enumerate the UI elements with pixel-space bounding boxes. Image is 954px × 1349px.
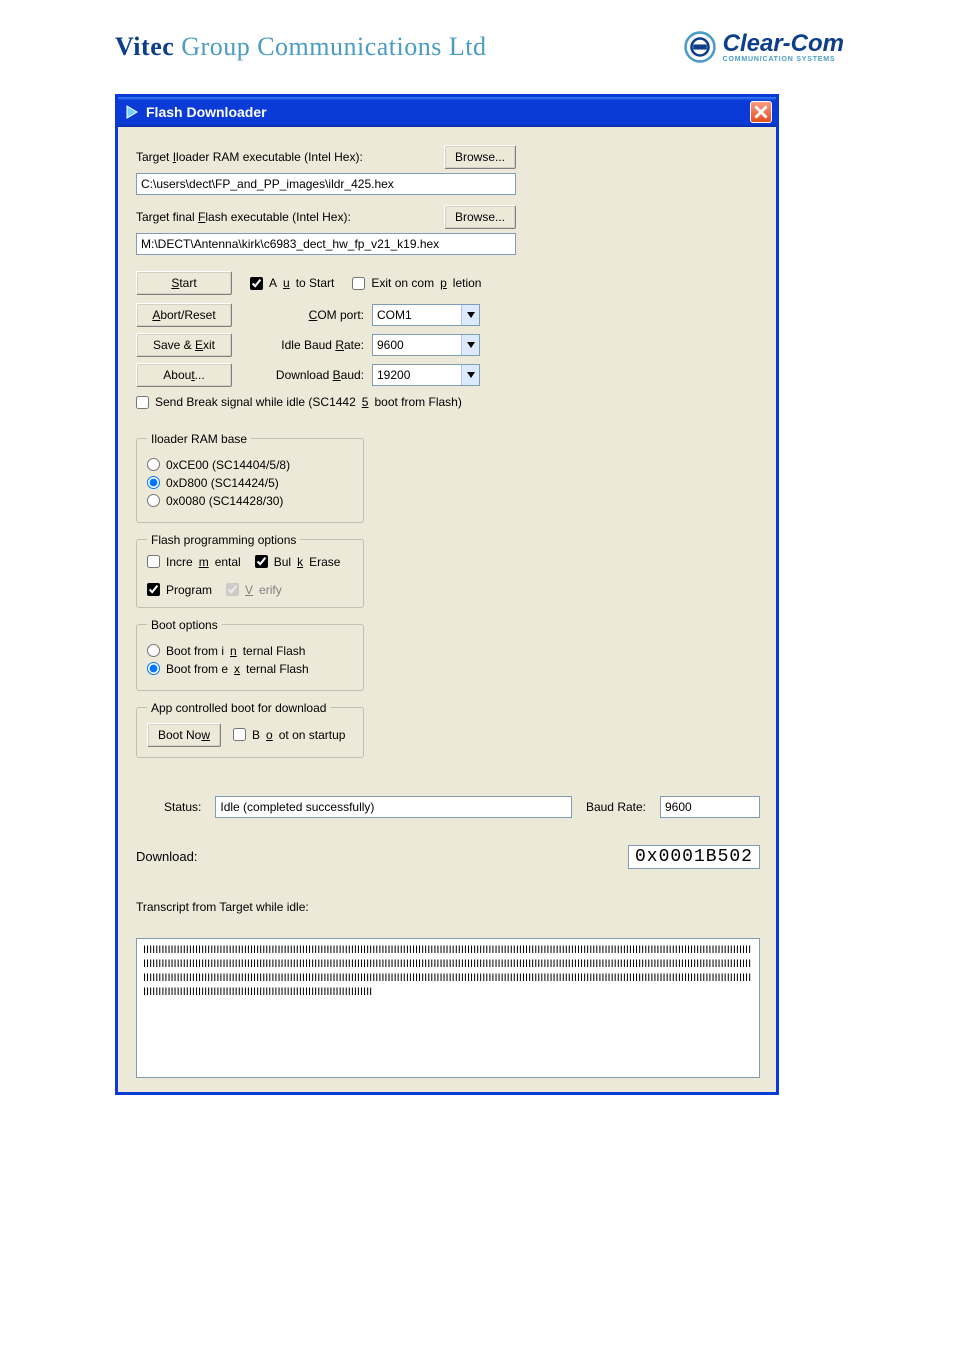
flash-path-input[interactable]: [136, 233, 516, 255]
left-column: Target Iloader RAM executable (Intel Hex…: [136, 145, 516, 412]
download-line: Download: 0x0001B502: [136, 846, 760, 868]
appboot-group: App controlled boot for download Boot No…: [136, 701, 364, 758]
brand-bold: Vitec: [115, 32, 174, 61]
rambase-legend: Iloader RAM base: [147, 432, 251, 446]
iloader-path-input[interactable]: [136, 173, 516, 195]
flashprog-legend: Flash programming options: [147, 533, 300, 547]
chevron-down-icon: [461, 365, 479, 385]
clearcom-icon: [683, 30, 717, 64]
brand-rest: Group Communications Ltd: [174, 32, 486, 61]
transcript-text: IIIIIIIIIIIIIIIIIIIIIIIIIIIIIIIIIIIIIIII…: [143, 944, 751, 999]
baud-value: 9600: [665, 800, 692, 814]
app-icon: [124, 104, 140, 120]
transcript-label: Transcript from Target while idle:: [136, 900, 760, 914]
browse-iloader-button[interactable]: Browse...: [444, 145, 516, 169]
verify-checkbox: Verify: [226, 583, 282, 597]
browse-flash-button[interactable]: Browse...: [444, 205, 516, 229]
titlebar[interactable]: Flash Downloader: [118, 97, 776, 127]
com-port-select[interactable]: COM1: [372, 304, 480, 326]
start-button[interactable]: Start: [136, 271, 232, 295]
download-value: 0x0001B502: [628, 845, 760, 869]
transcript-box[interactable]: IIIIIIIIIIIIIIIIIIIIIIIIIIIIIIIIIIIIIIII…: [136, 938, 760, 1078]
clearcom-name: Clear-Com: [723, 32, 844, 56]
idle-baud-value: 9600: [373, 338, 461, 352]
download-baud-label: Download Baud:: [262, 368, 372, 382]
window-title: Flash Downloader: [146, 104, 267, 120]
bulkerase-checkbox[interactable]: Bulk Erase: [255, 555, 341, 569]
boot-options-group: Boot options Boot from internal Flash Bo…: [136, 618, 364, 691]
rambase-opt-1[interactable]: 0xD800 (SC14424/5): [147, 476, 353, 490]
program-checkbox[interactable]: Program: [147, 583, 212, 597]
status-value: Idle (completed successfully): [220, 800, 374, 814]
download-baud-select[interactable]: 19200: [372, 364, 480, 386]
boot-legend: Boot options: [147, 618, 222, 632]
about-button[interactable]: About...: [136, 363, 232, 387]
download-label: Download:: [136, 849, 197, 864]
clearcom-logo: Clear-Com COMMUNICATION SYSTEMS: [683, 30, 844, 64]
flash-label: Target final Flash executable (Intel Hex…: [136, 210, 351, 224]
boot-on-startup-checkbox[interactable]: Boot on startup: [233, 728, 345, 742]
brand-text: Vitec Group Communications Ltd: [115, 32, 486, 62]
chevron-down-icon: [461, 335, 479, 355]
idle-baud-select[interactable]: 9600: [372, 334, 480, 356]
right-column: Iloader RAM base 0xCE00 (SC14404/5/8) 0x…: [136, 432, 364, 768]
close-icon: [754, 105, 768, 119]
exit-on-completion-checkbox[interactable]: Exit on completion: [352, 276, 481, 290]
auto-start-checkbox[interactable]: Auto Start: [250, 276, 334, 290]
abort-reset-button[interactable]: Abort/Reset: [136, 303, 232, 327]
com-port-value: COM1: [373, 308, 461, 322]
boot-external-radio[interactable]: Boot from external Flash: [147, 662, 353, 676]
clearcom-sub: COMMUNICATION SYSTEMS: [723, 56, 844, 63]
save-exit-button[interactable]: Save & Exit: [136, 333, 232, 357]
status-value-box: Idle (completed successfully): [215, 796, 572, 818]
baud-value-box: 9600: [660, 796, 760, 818]
flashprog-group: Flash programming options Incremental Bu…: [136, 533, 364, 608]
status-label: Status:: [136, 800, 201, 814]
rambase-opt-0[interactable]: 0xCE00 (SC14404/5/8): [147, 458, 353, 472]
baud-label: Baud Rate:: [586, 800, 646, 814]
document-header: Vitec Group Communications Ltd Clear-Com…: [0, 0, 954, 84]
appboot-legend: App controlled boot for download: [147, 701, 330, 715]
download-baud-value: 19200: [373, 368, 461, 382]
close-button[interactable]: [750, 101, 772, 123]
app-window: Flash Downloader Target Iloader RAM exec…: [115, 94, 779, 1095]
boot-now-button[interactable]: Boot Now: [147, 723, 221, 747]
boot-internal-radio[interactable]: Boot from internal Flash: [147, 644, 353, 658]
send-break-checkbox[interactable]: Send Break signal while idle (SC14425 bo…: [136, 395, 462, 409]
incremental-checkbox[interactable]: Incremental: [147, 555, 241, 569]
idle-baud-label: Idle Baud Rate:: [262, 338, 372, 352]
rambase-group: Iloader RAM base 0xCE00 (SC14404/5/8) 0x…: [136, 432, 364, 523]
iloader-label: Target Iloader RAM executable (Intel Hex…: [136, 150, 363, 164]
status-line: Status: Idle (completed successfully) Ba…: [136, 796, 760, 818]
chevron-down-icon: [461, 305, 479, 325]
rambase-opt-2[interactable]: 0x0080 (SC14428/30): [147, 494, 353, 508]
com-port-label: COM port:: [262, 308, 372, 322]
